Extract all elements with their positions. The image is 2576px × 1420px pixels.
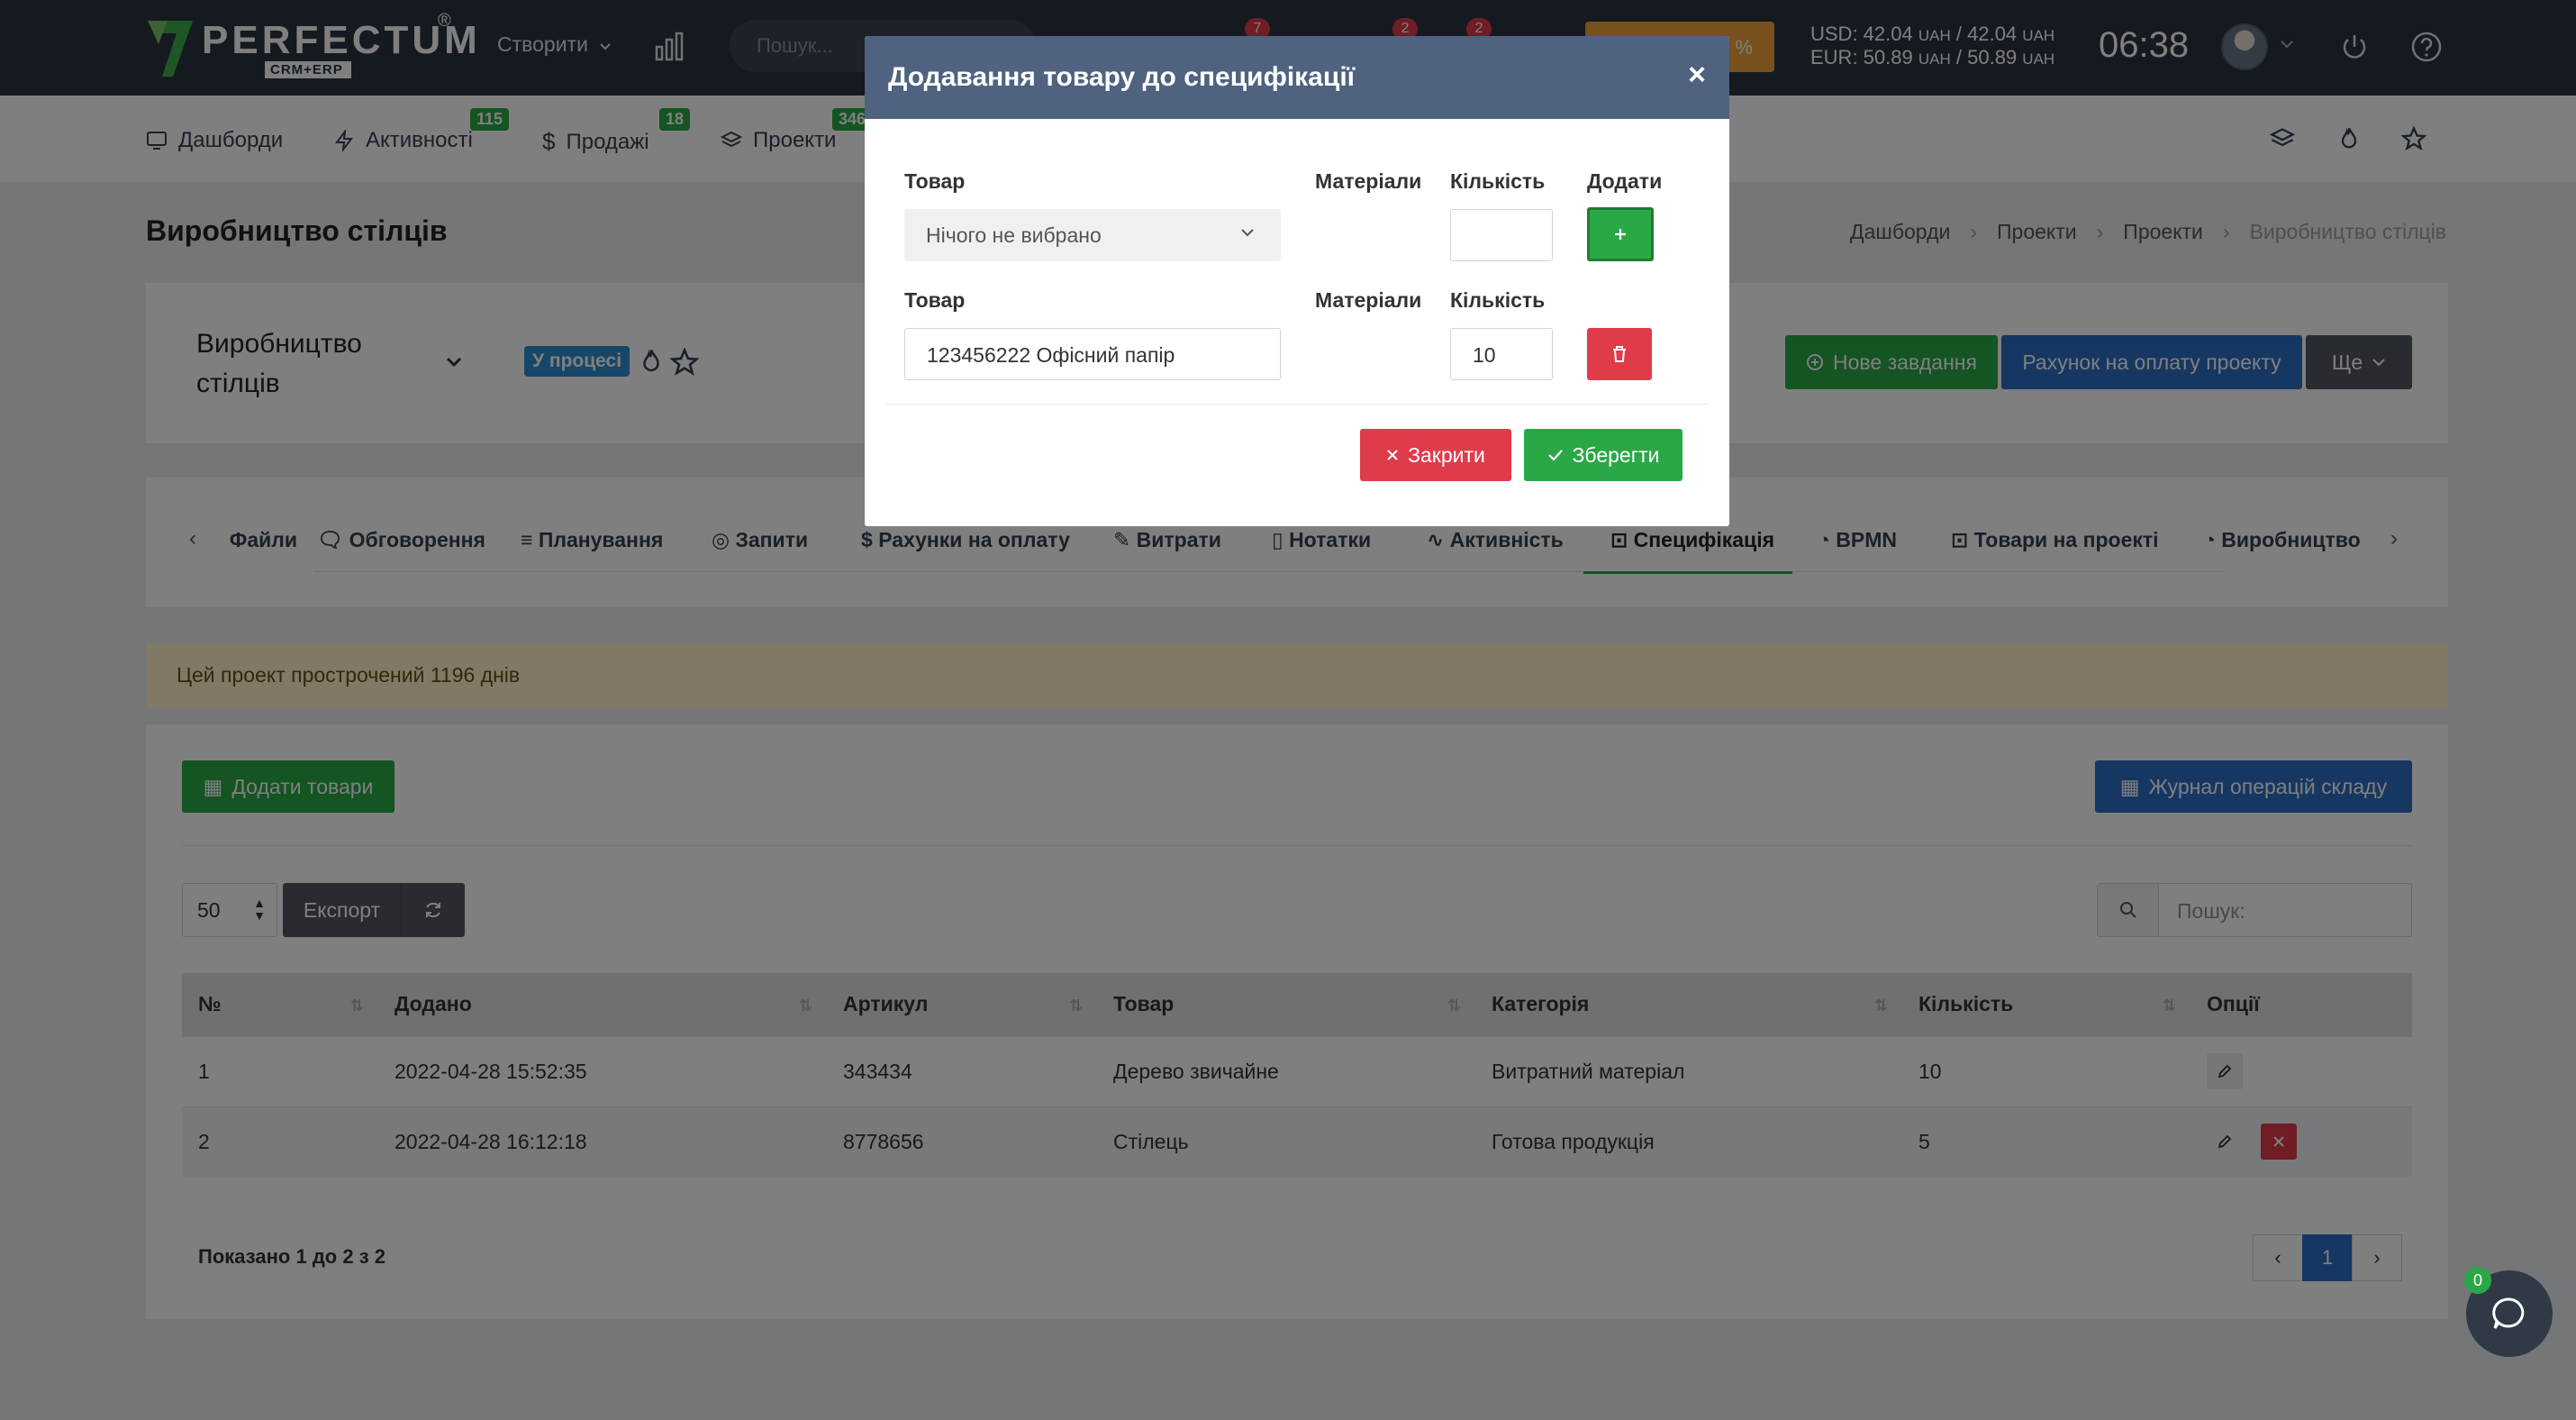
label-product: Товар: [904, 169, 966, 193]
modal-divider: [886, 404, 1708, 405]
remove-row-button[interactable]: [1587, 328, 1652, 380]
label-quantity: Кількість: [1450, 169, 1546, 193]
check-icon: [1547, 450, 1563, 461]
add-product-modal: Додавання товару до специфікації × Товар…: [865, 36, 1729, 526]
label-materials: Матеріали: [1315, 288, 1422, 312]
modal-close-button[interactable]: ×: [1688, 58, 1706, 93]
chat-bubble-icon: [2492, 1297, 2525, 1329]
product-select[interactable]: Нічого не вибрано: [904, 209, 1281, 261]
product-field[interactable]: 123456222 Офісний папір: [904, 328, 1281, 380]
save-button[interactable]: Зберегти: [1524, 429, 1683, 481]
chevron-down-icon: [1241, 229, 1254, 237]
modal-title: Додавання товару до специфікації: [888, 62, 1356, 92]
modal-header: Додавання товару до специфікації ×: [865, 36, 1729, 119]
label-product: Товар: [904, 288, 966, 312]
quantity-input[interactable]: [1450, 209, 1553, 261]
chat-badge: 0: [2464, 1267, 2491, 1294]
label-materials: Матеріали: [1315, 169, 1422, 193]
close-icon: [1387, 450, 1398, 460]
chat-widget-button[interactable]: 0: [2464, 1267, 2553, 1357]
close-button[interactable]: Закрити: [1360, 429, 1511, 481]
trash-icon: [1613, 346, 1626, 362]
quantity-input[interactable]: 10: [1450, 328, 1553, 380]
add-row-button[interactable]: [1587, 207, 1654, 261]
plus-icon: [1615, 229, 1626, 240]
label-add: Додати: [1587, 169, 1663, 193]
label-quantity: Кількість: [1450, 288, 1546, 312]
